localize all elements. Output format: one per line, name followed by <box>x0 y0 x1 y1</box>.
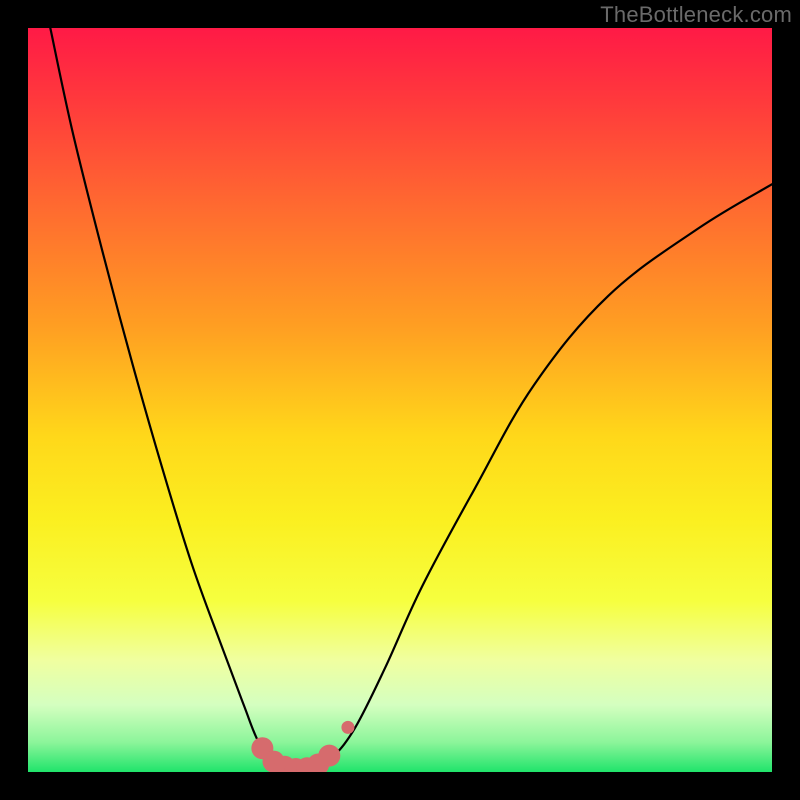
optimal-marker <box>341 721 354 734</box>
watermark-text: TheBottleneck.com <box>600 2 792 28</box>
plot-area <box>28 28 772 772</box>
optimal-marker <box>318 745 340 767</box>
chart-frame: TheBottleneck.com <box>0 0 800 800</box>
bottleneck-curve <box>50 28 772 770</box>
chart-svg <box>28 28 772 772</box>
